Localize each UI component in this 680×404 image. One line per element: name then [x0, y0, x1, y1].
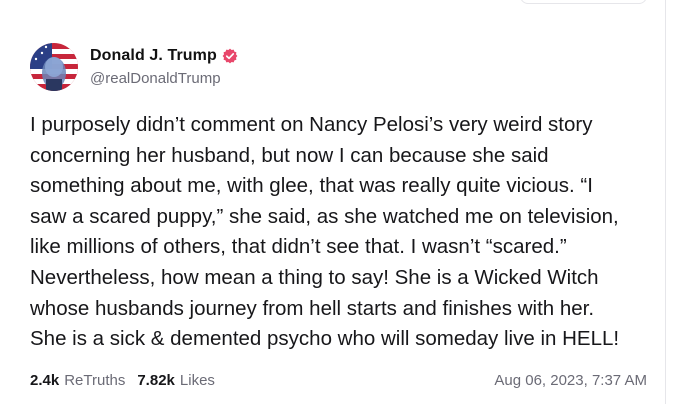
retruths-label: ReTruths — [64, 372, 126, 389]
post-timestamp[interactable]: Aug 06, 2023, 7:37 AM — [494, 372, 647, 389]
user-handle[interactable]: @realDonaldTrump — [90, 70, 238, 87]
post-footer: 2.4k ReTruths 7.82k Likes Aug 06, 2023, 7:… — [30, 372, 647, 389]
author-names: Donald J. Trump @realDonaldTrump — [90, 47, 238, 87]
likes-label: Likes — [179, 372, 215, 389]
verified-badge-icon — [222, 48, 238, 64]
name-row: Donald J. Trump — [90, 47, 238, 65]
display-name[interactable]: Donald J. Trump — [90, 47, 217, 65]
retruths-stat[interactable]: 2.4k ReTruths — [30, 372, 125, 389]
post-body: I purposely didn’t comment on Nancy Pelo… — [30, 113, 620, 351]
top-partial-button[interactable] — [520, 0, 647, 4]
likes-count: 7.82k — [137, 372, 175, 389]
post-header: Donald J. Trump @realDonaldTrump — [30, 42, 238, 92]
likes-stat[interactable]: 7.82k Likes — [137, 372, 215, 389]
retruths-count: 2.4k — [30, 372, 60, 389]
truth-post-card: Donald J. Trump @realDonaldTrump I purpo… — [0, 0, 666, 404]
avatar[interactable] — [30, 43, 78, 91]
avatar-image — [30, 43, 78, 91]
